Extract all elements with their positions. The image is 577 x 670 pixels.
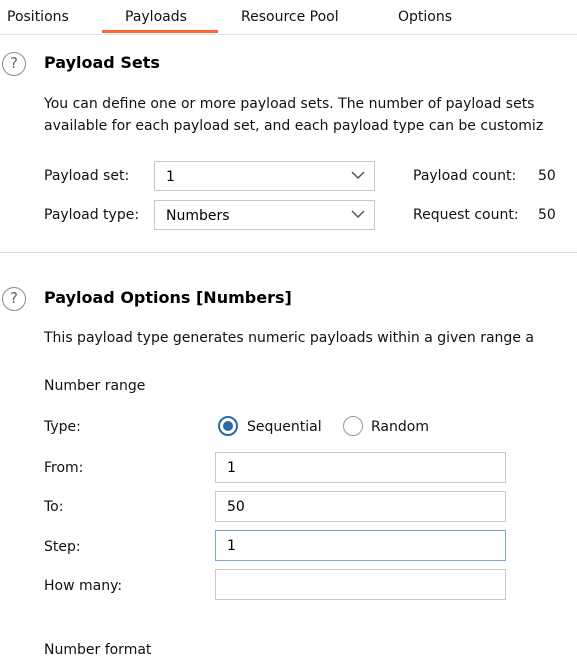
payload-type-value: Numbers xyxy=(166,208,230,224)
tab-payloads[interactable]: Payloads xyxy=(125,7,187,27)
step-input[interactable]: 1 xyxy=(215,530,506,561)
payload-options-title: Payload Options [Numbers] xyxy=(44,288,292,307)
tab-resource-pool[interactable]: Resource Pool xyxy=(241,7,339,27)
step-value: 1 xyxy=(227,538,236,554)
type-label: Type: xyxy=(44,419,81,435)
section-divider xyxy=(0,252,577,253)
number-range-heading: Number range xyxy=(44,378,146,394)
sequential-radio-label[interactable]: Sequential xyxy=(247,417,322,437)
chevron-down-icon xyxy=(351,210,365,219)
payload-options-description: This payload type generates numeric payl… xyxy=(44,330,534,346)
from-value: 1 xyxy=(227,460,236,476)
payload-sets-description-line1: You can define one or more payload sets.… xyxy=(44,96,535,112)
how-many-label: How many: xyxy=(44,578,123,594)
step-label: Step: xyxy=(44,539,81,555)
how-many-input[interactable] xyxy=(215,569,506,600)
payload-count-value: 50 xyxy=(538,168,556,184)
payload-count-label: Payload count: xyxy=(413,168,517,184)
tab-options[interactable]: Options xyxy=(398,7,452,27)
payload-set-value: 1 xyxy=(166,169,175,185)
from-label: From: xyxy=(44,460,84,476)
payload-sets-title: Payload Sets xyxy=(44,53,160,72)
random-radio-label[interactable]: Random xyxy=(371,417,429,437)
payload-set-dropdown[interactable]: 1 xyxy=(154,161,375,191)
chevron-down-icon xyxy=(351,171,365,180)
sequential-radio[interactable] xyxy=(218,416,238,436)
payload-type-dropdown[interactable]: Numbers xyxy=(154,200,375,230)
tab-bar: Positions Payloads Resource Pool Options xyxy=(0,0,577,35)
to-value: 50 xyxy=(227,499,245,515)
request-count-value: 50 xyxy=(538,207,556,223)
tab-positions[interactable]: Positions xyxy=(7,7,69,27)
random-radio[interactable] xyxy=(343,416,363,436)
help-icon[interactable]: ? xyxy=(2,52,26,76)
request-count-label: Request count: xyxy=(413,207,519,223)
active-tab-indicator xyxy=(102,30,218,33)
payload-sets-description-line2: available for each payload set, and each… xyxy=(44,118,544,134)
payload-type-label: Payload type: xyxy=(44,207,140,223)
from-input[interactable]: 1 xyxy=(215,452,506,483)
help-icon[interactable]: ? xyxy=(2,287,26,311)
to-label: To: xyxy=(44,499,64,515)
to-input[interactable]: 50 xyxy=(215,491,506,522)
payload-set-label: Payload set: xyxy=(44,168,130,184)
number-format-heading: Number format xyxy=(44,642,152,658)
